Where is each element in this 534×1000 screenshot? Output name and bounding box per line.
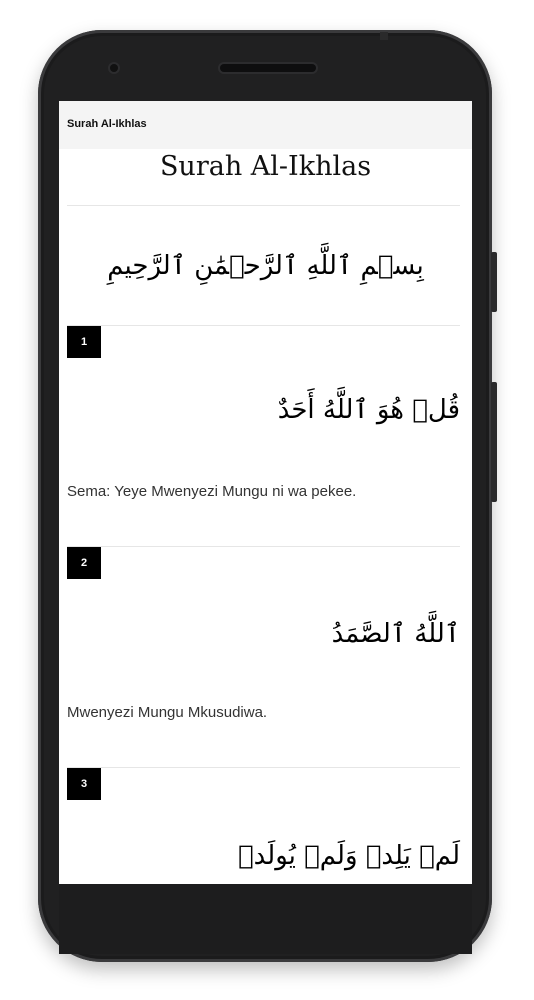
- verse-number-badge: 1: [67, 326, 101, 358]
- verse-number-badge: 2: [67, 547, 101, 579]
- top-notch: [380, 32, 388, 40]
- front-camera-icon: [110, 64, 118, 72]
- verse-arabic-text: قُلۡ هُوَ ٱللَّهُ أَحَدٌ: [277, 395, 460, 425]
- app-screen: Surah Al-Ikhlas Surah Al-Ikhlas بِسۡمِ ٱ…: [59, 101, 472, 884]
- verse-arabic-text: لَمۡ يَلِدۡ وَلَمۡ يُولَدۡ: [238, 841, 460, 871]
- divider: [67, 546, 460, 547]
- surah-heading: Surah Al-Ikhlas: [159, 151, 372, 182]
- app-bar: Surah Al-Ikhlas: [59, 101, 472, 149]
- verse-translation: Sema: Yeye Mwenyezi Mungu ni wa pekee.: [67, 483, 357, 500]
- earpiece-speaker: [220, 64, 316, 72]
- verse-translation: Mwenyezi Mungu Mkusudiwa.: [67, 704, 268, 721]
- volume-button: [491, 252, 497, 312]
- verse-number-badge: 3: [67, 768, 101, 800]
- divider: [67, 767, 460, 768]
- app-bar-title: Surah Al-Ikhlas: [67, 118, 147, 130]
- verse-arabic-text: ٱللَّهُ ٱلصَّمَدُ: [331, 619, 460, 649]
- divider: [67, 205, 460, 206]
- phone-bottom-bezel: [59, 884, 472, 954]
- basmala-text: بِسۡمِ ٱللَّهِ ٱلرَّحۡمَٰنِ ٱلرَّحِيمِ: [107, 251, 424, 281]
- divider: [67, 325, 460, 326]
- power-button: [491, 382, 497, 502]
